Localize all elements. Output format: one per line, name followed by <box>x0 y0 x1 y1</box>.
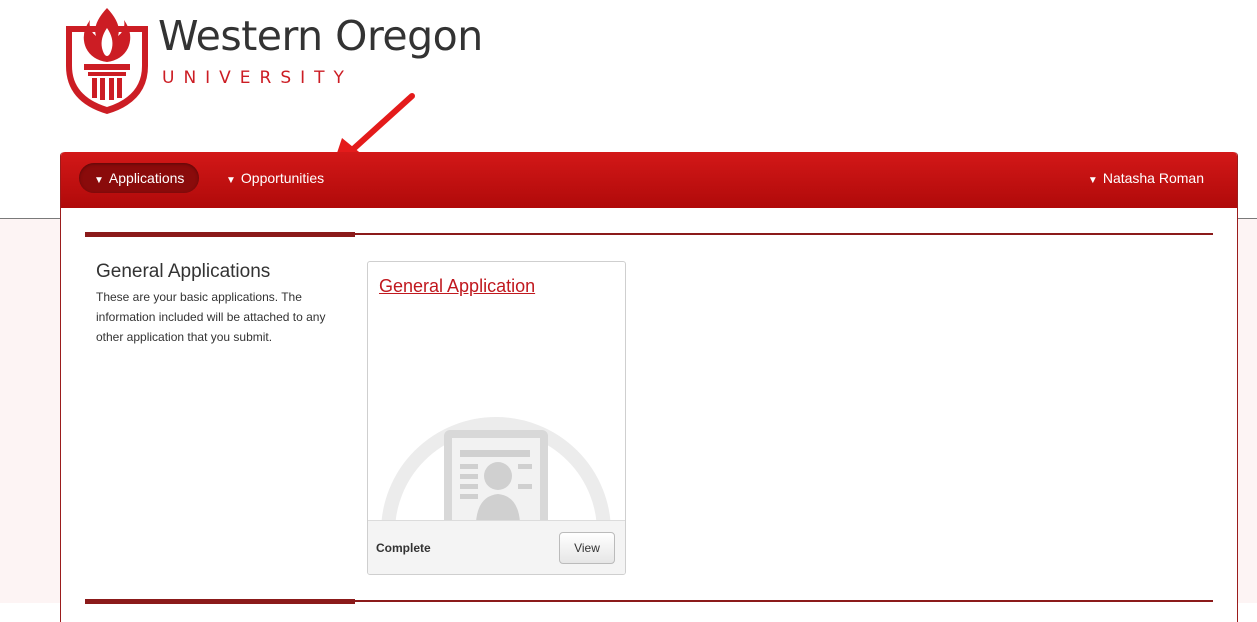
section-divider-accent <box>85 232 355 237</box>
applicant-profile-icon <box>381 417 611 522</box>
user-name: Natasha Roman <box>1102 170 1204 186</box>
caret-down-icon: ▼ <box>226 175 236 186</box>
caret-down-icon: ▼ <box>1087 175 1098 186</box>
caret-down-icon: ▼ <box>94 175 104 186</box>
logo-subtitle: UNIVERSITY <box>162 68 353 88</box>
application-title-link[interactable]: General Application <box>379 276 535 297</box>
torch-icon <box>66 8 148 114</box>
nav-opportunities[interactable]: ▼ Opportunities <box>211 163 339 193</box>
status-label: Complete <box>376 541 431 555</box>
nav-applications[interactable]: ▼ Applications <box>79 163 200 193</box>
section-title: General Applications <box>96 261 271 282</box>
section-description: These are your basic applications. The i… <box>96 290 326 344</box>
nav-opportunities-label: Opportunities <box>240 170 325 186</box>
main-panel: ▼ Applications ▼ Opportunities ▼ Natasha Ro… <box>60 152 1238 622</box>
user-menu[interactable]: ▼ Natasha Roman <box>1073 163 1219 193</box>
top-navbar: ▼ Applications ▼ Opportunities ▼ Natasha Ro… <box>61 152 1237 208</box>
nav-applications-label: Applications <box>108 170 185 186</box>
view-button[interactable]: View <box>559 532 615 564</box>
logo-title: Western Oregon <box>158 12 483 60</box>
application-card: General Application Complete View <box>367 261 626 575</box>
card-footer: Complete View <box>368 520 625 574</box>
